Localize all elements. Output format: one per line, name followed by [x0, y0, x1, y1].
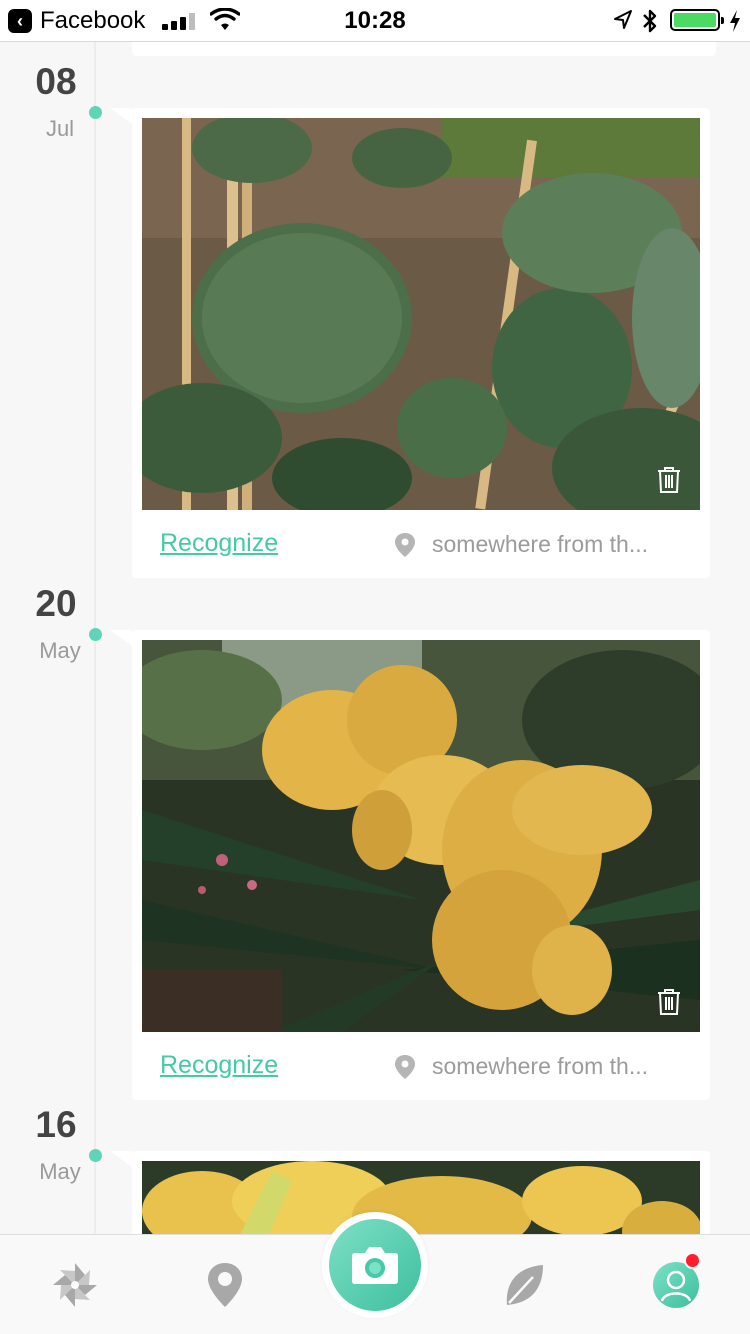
camera-button[interactable] [329, 1219, 421, 1311]
photo-card: Recognize somewhere from th... [110, 630, 710, 1100]
plant-photo[interactable] [142, 118, 700, 510]
recognize-link[interactable]: Recognize [160, 529, 278, 558]
map-pin-icon [395, 1055, 415, 1079]
charging-bolt-icon [730, 10, 740, 32]
location-services-icon [614, 10, 632, 29]
map-pin-icon [395, 533, 415, 557]
battery-icon [670, 9, 724, 31]
card-pointer [110, 108, 132, 124]
camera-icon [352, 1247, 398, 1284]
previous-card-edge [132, 42, 716, 56]
recognize-link[interactable]: Recognize [160, 1051, 278, 1080]
location-text: somewhere from th... [432, 531, 649, 557]
plant-photo-image [142, 640, 700, 1032]
plant-photo-image [142, 118, 700, 510]
plant-photo[interactable] [142, 640, 700, 1032]
clock: 10:28 [344, 7, 406, 34]
timeline-dot [89, 1149, 102, 1162]
leaf-icon[interactable] [497, 1257, 553, 1313]
bluetooth-icon [643, 9, 657, 33]
timeline-dot [89, 628, 102, 641]
timeline-dot [89, 106, 102, 119]
trash-icon[interactable] [656, 466, 682, 494]
card-pointer [110, 630, 132, 646]
trash-icon[interactable] [656, 988, 682, 1016]
pinwheel-icon[interactable] [47, 1257, 103, 1313]
notification-badge [684, 1252, 701, 1269]
card-pointer [110, 1151, 132, 1167]
entry-month: May [39, 1159, 81, 1184]
status-bar: ‹ Facebook 10:28 [0, 0, 750, 42]
map-pin-icon[interactable] [197, 1257, 253, 1313]
location-text: somewhere from th... [432, 1053, 649, 1079]
entry-day: 20 [35, 583, 77, 624]
entry-month: May [39, 638, 81, 663]
photo-card: Recognize somewhere from th... [110, 108, 710, 578]
entry-month: Jul [45, 116, 75, 141]
entry-day: 16 [35, 1104, 77, 1145]
entry-day: 08 [35, 61, 77, 102]
camera-button-ring [322, 1212, 428, 1318]
